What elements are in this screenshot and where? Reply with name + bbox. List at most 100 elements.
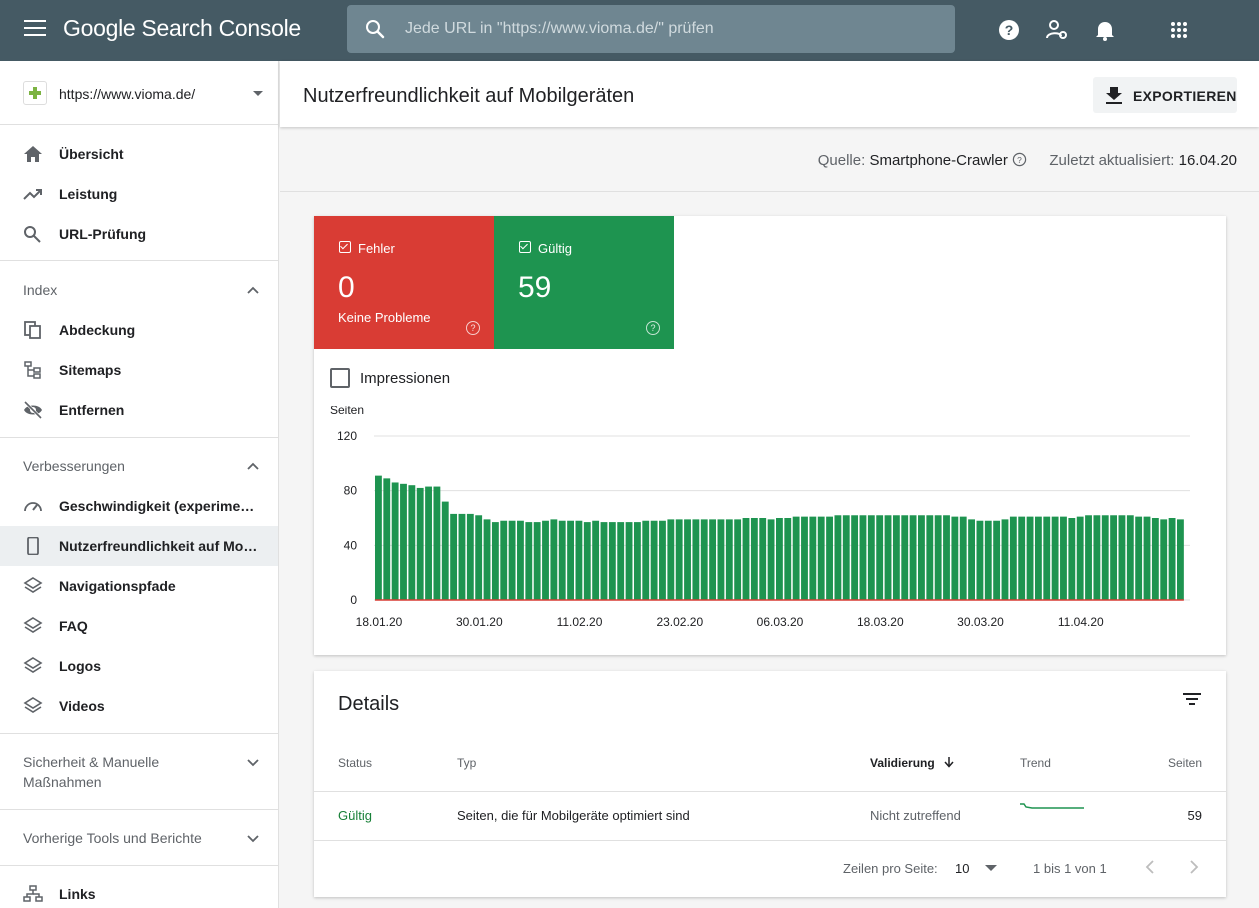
svg-text:?: ? [1005,22,1014,38]
help-circle-icon[interactable]: ? [466,321,480,335]
column-header-pages[interactable]: Seiten [1168,756,1202,770]
bar [1076,516,1084,600]
speedometer-icon [24,502,42,512]
nav-removals[interactable]: Entfernen [0,390,278,430]
checkbox-checked-icon[interactable] [339,241,351,253]
section-legacy-tools[interactable]: Vorherige Tools und Berichte [0,828,278,848]
bar [918,515,925,600]
nav-faq[interactable]: FAQ [0,606,278,646]
rows-per-page-select[interactable]: 10 [955,861,998,876]
bar [1151,518,1159,600]
bar [725,519,733,600]
chevron-down-icon [247,759,259,767]
bar [408,485,416,600]
chevron-right-icon[interactable] [1187,859,1201,875]
bell-icon[interactable] [1092,17,1118,43]
bar [667,519,675,600]
nav-label: URL-Prüfung [59,226,147,242]
bar [1177,519,1184,600]
y-tick-label: 80 [344,484,358,498]
chevron-up-icon [247,286,259,294]
nav-url-inspection[interactable]: URL-Prüfung [0,214,278,254]
bar [416,487,424,600]
user-settings-icon[interactable] [1044,17,1070,43]
x-tick-label: 06.03.20 [757,615,804,629]
checkbox-unchecked-icon[interactable] [330,368,350,388]
help-circle-icon[interactable]: ? [646,321,660,335]
bar [792,516,800,600]
bar [642,520,650,600]
search-input[interactable] [405,5,935,53]
section-improvements[interactable]: Verbesserungen [0,456,278,476]
bar [508,520,516,600]
trending-up-icon [23,189,42,200]
column-header-status[interactable]: Status [338,756,372,770]
source-label: Quelle: [817,152,866,169]
x-tick-label: 18.03.20 [857,615,904,629]
svg-text:?: ? [1017,155,1022,165]
export-button[interactable]: EXPORTIEREN [1093,77,1237,113]
help-circle-icon[interactable]: ? [1012,152,1027,167]
dropdown-caret-icon [985,865,998,871]
divider [0,809,278,810]
bar [700,519,708,600]
y-tick-label: 120 [337,429,357,443]
bar [550,519,558,600]
column-header-validation[interactable]: Validierung [870,756,955,770]
apps-grid-icon[interactable] [1166,17,1192,43]
url-inspect-search[interactable] [347,5,955,53]
nav-speed[interactable]: Geschwindigkeit (experimentell) [0,486,278,526]
menu-icon[interactable] [24,20,46,40]
tile-value: 59 [518,271,552,304]
help-icon[interactable]: ? [996,17,1022,43]
layers-icon [23,617,43,633]
bar [608,522,616,600]
nav-mobile-usability[interactable]: Nutzerfreundlichkeit auf Mobil… [0,526,278,566]
bar [383,478,391,600]
bar [675,519,683,600]
updated-label: Zuletzt aktualisiert: [1049,152,1175,169]
bar [859,515,867,600]
bar [692,519,700,600]
nav-overview[interactable]: Übersicht [0,134,278,174]
rows-per-page-value: 10 [955,861,970,876]
tile-sublabel: Keine Probleme [338,310,431,325]
app-title[interactable]: Google Search Console [63,15,301,42]
bar [567,520,574,600]
chevron-down-icon [247,835,259,843]
bar [400,483,407,600]
divider [0,260,278,261]
chevron-left-icon[interactable] [1143,859,1157,875]
nav-performance[interactable]: Leistung [0,174,278,214]
sidebar: https://www.vioma.de/ Übersicht Leistung… [0,61,279,908]
column-header-trend: Trend [1020,756,1051,770]
bar [842,515,850,600]
valid-tile[interactable]: Gültig 59 ? [494,216,674,349]
tile-label: Gültig [538,241,572,256]
bar [1018,516,1026,600]
nav-sitemaps[interactable]: Sitemaps [0,350,278,390]
nav-label: Links [59,886,96,902]
smartphone-icon [27,537,39,555]
nav-logos[interactable]: Logos [0,646,278,686]
property-selector[interactable]: https://www.vioma.de/ [0,61,278,125]
checkbox-checked-icon[interactable] [519,241,531,253]
tile-label: Fehler [358,241,395,256]
bar [993,520,1001,600]
nav-links[interactable]: Links [0,874,278,908]
nav-breadcrumbs[interactable]: Navigationspfade [0,566,278,606]
section-security[interactable]: Sicherheit & Manuelle Maßnahmen [0,752,278,792]
column-header-type[interactable]: Typ [457,756,476,770]
error-tile[interactable]: Fehler 0 Keine Probleme ? [314,216,494,349]
section-index[interactable]: Index [0,280,278,300]
nav-coverage[interactable]: Abdeckung [0,310,278,350]
nav-videos[interactable]: Videos [0,686,278,726]
divider [0,733,278,734]
bar [425,486,432,600]
section-label: Maßnahmen [23,774,102,790]
filter-icon[interactable] [1182,691,1202,707]
bar [625,522,633,600]
table-row[interactable]: Gültig Seiten, die für Mobilgeräte optim… [314,792,1226,840]
pages-bar-chart: Seiten 120 80 40 0 18.01.20 30.01.20 11.02.20 23… [330,406,1190,629]
x-tick-label: 11.04.20 [1058,615,1104,629]
